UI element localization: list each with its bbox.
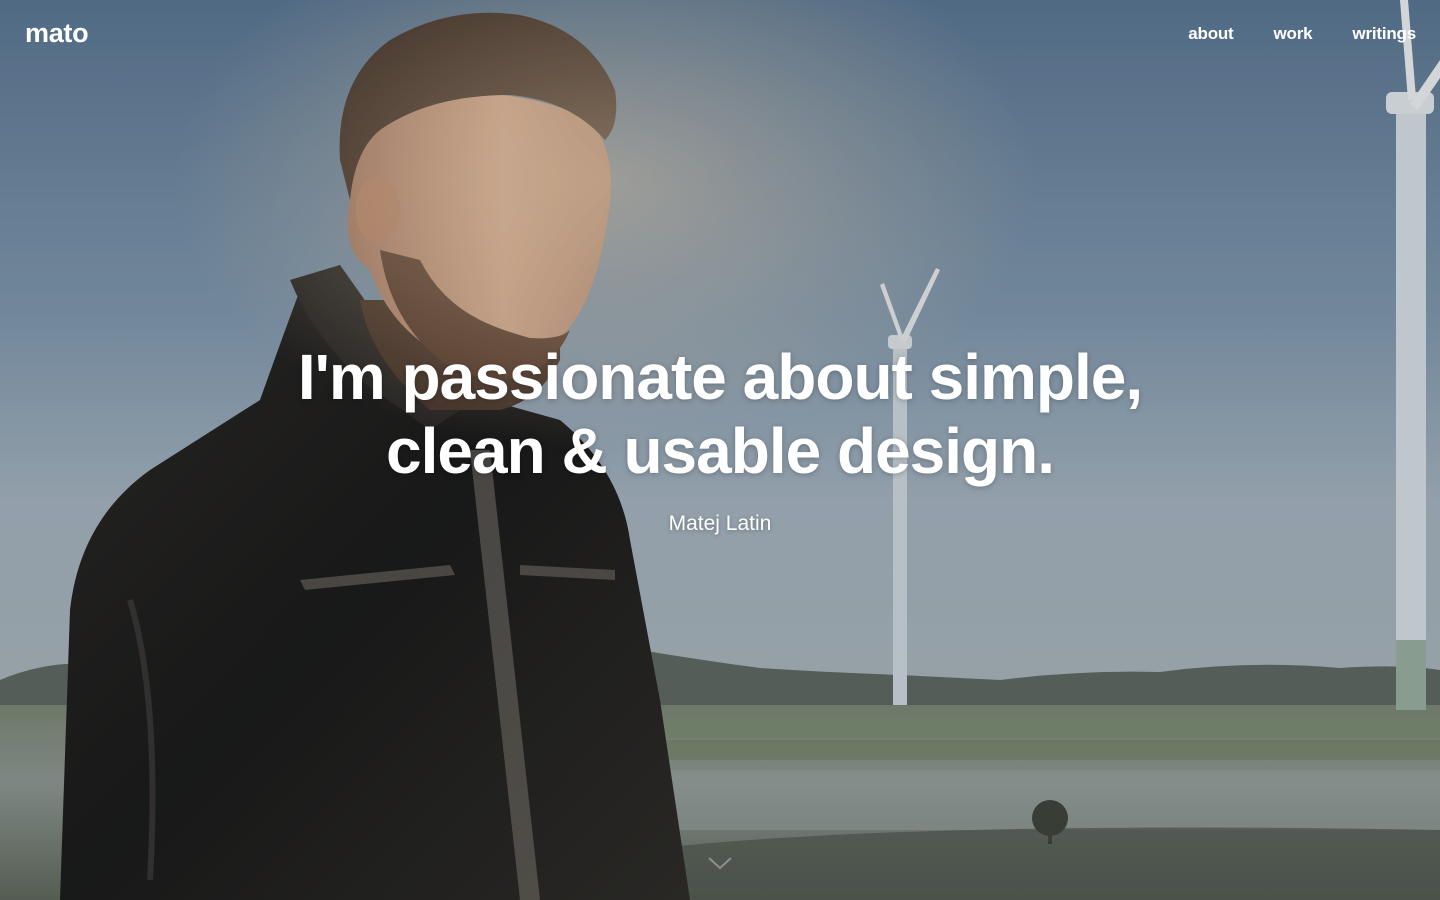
headline-line-2: clean & usable design.: [386, 415, 1055, 487]
site-header: mato about work writings: [0, 0, 1440, 70]
site-logo[interactable]: mato: [25, 18, 89, 49]
chevron-down-icon[interactable]: [707, 856, 733, 870]
author-name: Matej Latin: [668, 512, 772, 535]
main-nav: about work writings: [1188, 24, 1416, 44]
hero-section: mato about work writings I'm passionate …: [0, 0, 1440, 900]
nav-work[interactable]: work: [1274, 24, 1313, 44]
nav-writings[interactable]: writings: [1352, 24, 1416, 44]
headline-line-1: I'm passionate about simple,: [297, 341, 1143, 413]
hero-headline: I'm passionate about simple, clean & usa…: [0, 340, 1440, 488]
nav-about[interactable]: about: [1188, 24, 1233, 44]
